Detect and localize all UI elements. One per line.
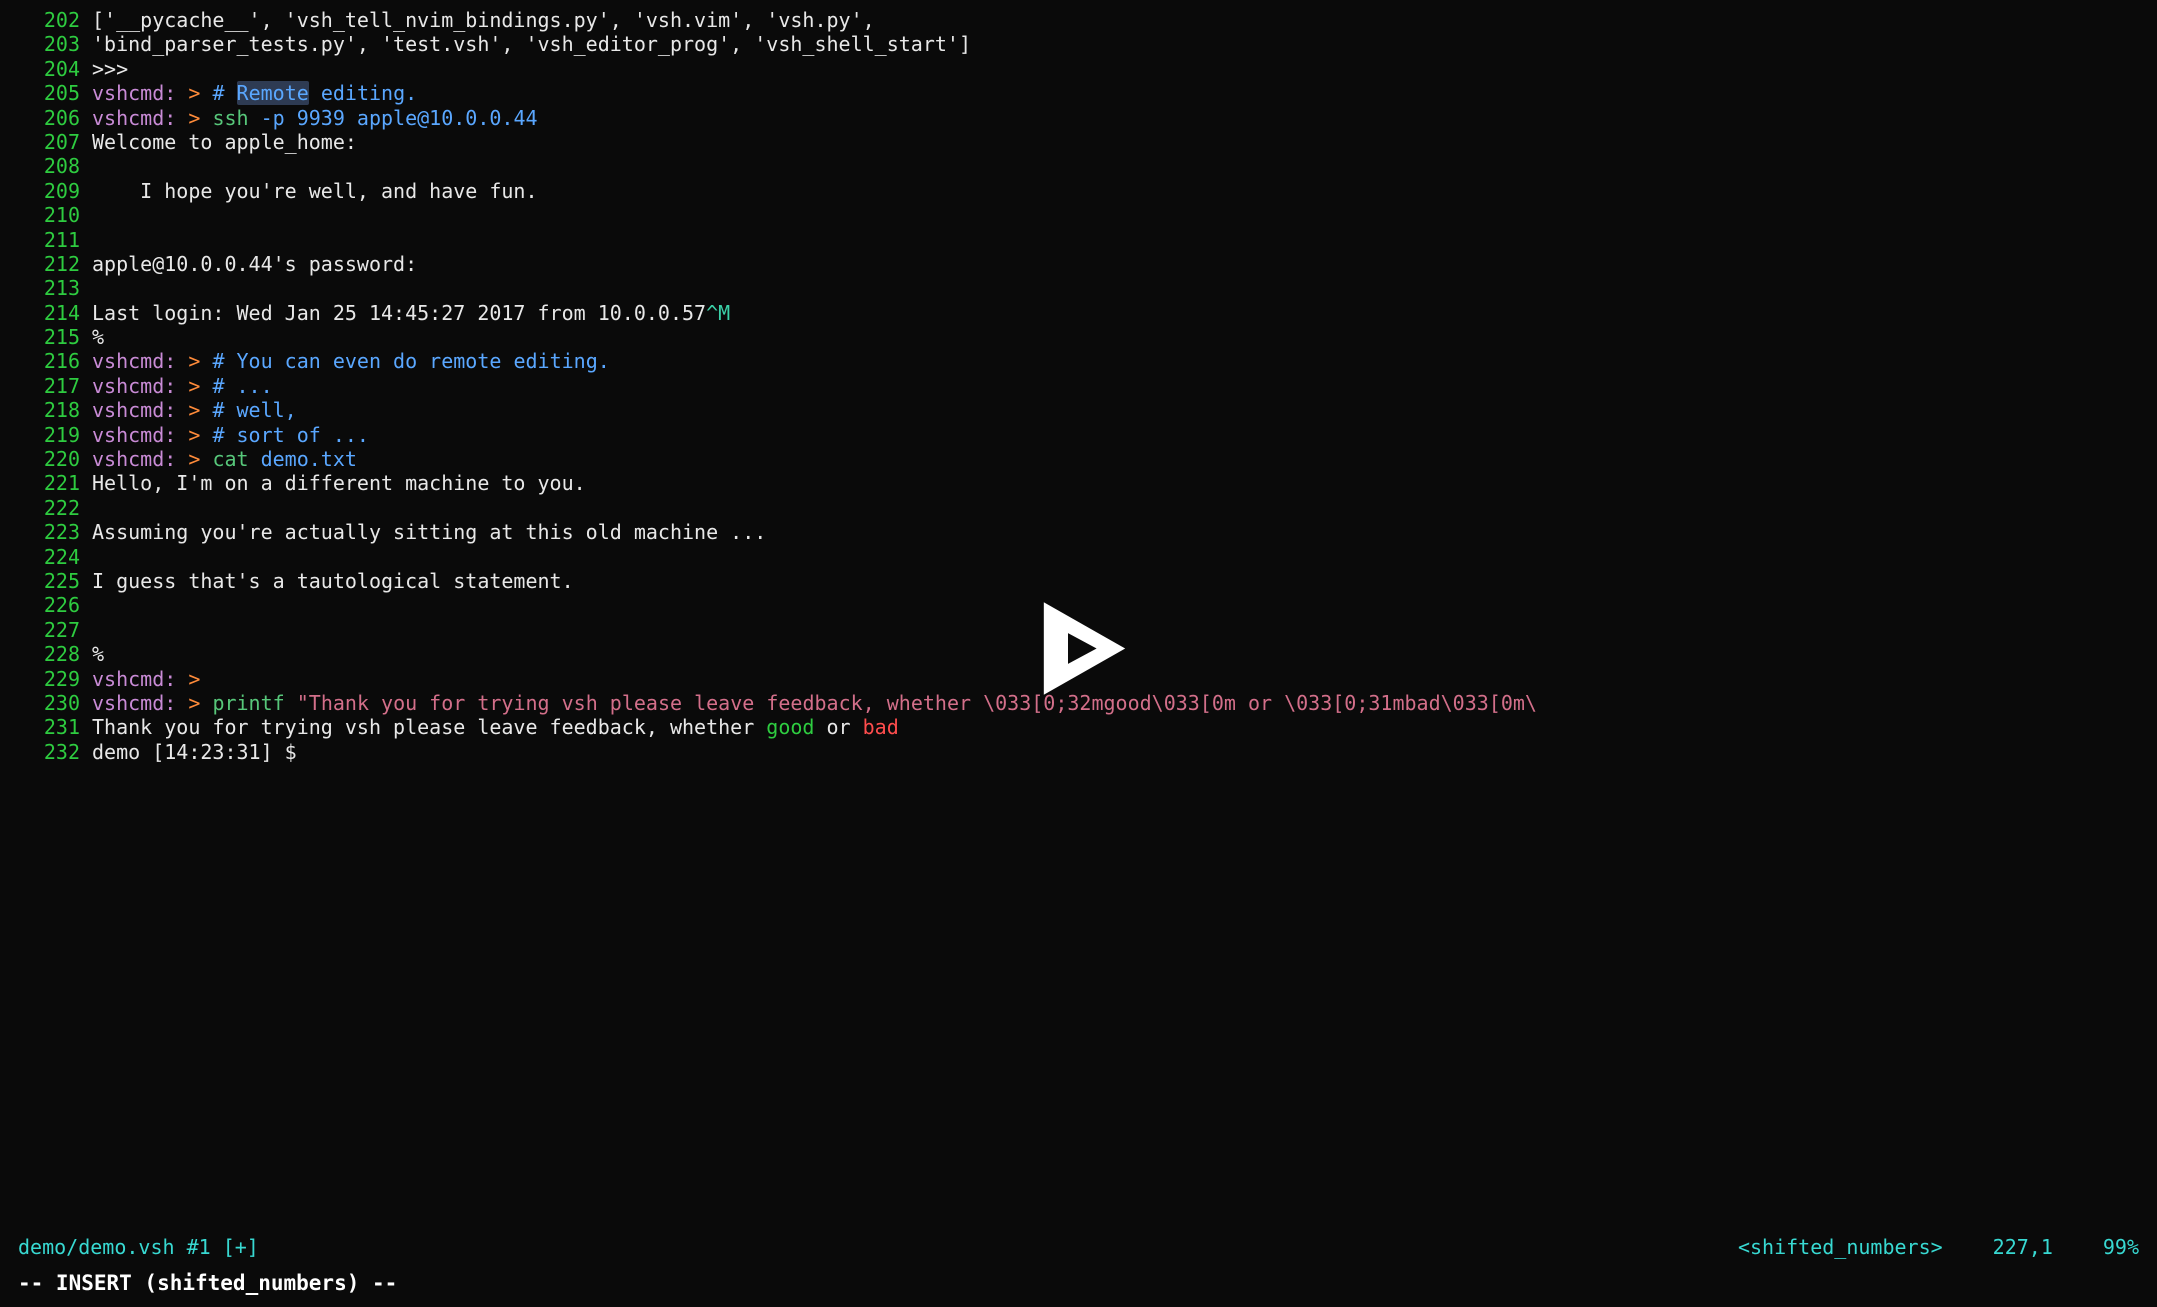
line-number: 206 [0,106,92,130]
line-content[interactable] [92,154,2157,178]
line-number: 223 [0,520,92,544]
code-line[interactable]: 206vshcmd: > ssh -p 9939 apple@10.0.0.44 [0,106,2157,130]
line-content[interactable] [92,545,2157,569]
code-line[interactable]: 217vshcmd: > # ... [0,374,2157,398]
statusline-file: demo/demo.vsh #1 [+] [18,1235,259,1259]
code-line[interactable]: 219vshcmd: > # sort of ... [0,423,2157,447]
code-line[interactable]: 214Last login: Wed Jan 25 14:45:27 2017 … [0,301,2157,325]
line-content[interactable]: vshcmd: > ssh -p 9939 apple@10.0.0.44 [92,106,2157,130]
line-number: 216 [0,349,92,373]
line-number: 214 [0,301,92,325]
line-number: 208 [0,154,92,178]
line-content[interactable]: Hello, I'm on a different machine to you… [92,471,2157,495]
line-content[interactable]: 'bind_parser_tests.py', 'test.vsh', 'vsh… [92,32,2157,56]
code-line[interactable]: 224 [0,545,2157,569]
line-number: 217 [0,374,92,398]
code-line[interactable]: 213 [0,276,2157,300]
code-line[interactable]: 212apple@10.0.0.44's password: [0,252,2157,276]
code-line[interactable]: 209 I hope you're well, and have fun. [0,179,2157,203]
code-line[interactable]: 210 [0,203,2157,227]
line-number: 224 [0,545,92,569]
code-line[interactable]: 231Thank you for trying vsh please leave… [0,715,2157,739]
line-content[interactable]: I guess that's a tautological statement. [92,569,2157,593]
line-number: 213 [0,276,92,300]
line-number: 231 [0,715,92,739]
code-line[interactable]: 218vshcmd: > # well, [0,398,2157,422]
code-line[interactable]: 222 [0,496,2157,520]
play-button[interactable] [1024,593,1134,703]
line-content[interactable] [92,203,2157,227]
line-content[interactable]: Assuming you're actually sitting at this… [92,520,2157,544]
code-line[interactable]: 204>>> [0,57,2157,81]
line-number: 215 [0,325,92,349]
line-content[interactable]: ['__pycache__', 'vsh_tell_nvim_bindings.… [92,8,2157,32]
code-line[interactable]: 232demo [14:23:31] $ [0,740,2157,764]
code-line[interactable]: 215% [0,325,2157,349]
code-line[interactable]: 221Hello, I'm on a different machine to … [0,471,2157,495]
line-number: 218 [0,398,92,422]
line-number: 227 [0,618,92,642]
line-content[interactable]: % [92,325,2157,349]
code-line[interactable]: 202['__pycache__', 'vsh_tell_nvim_bindin… [0,8,2157,32]
code-line[interactable]: 225I guess that's a tautological stateme… [0,569,2157,593]
line-number: 228 [0,642,92,666]
line-content[interactable]: vshcmd: > # sort of ... [92,423,2157,447]
line-number: 220 [0,447,92,471]
line-content[interactable]: vshcmd: > # well, [92,398,2157,422]
play-icon [1024,593,1134,703]
line-number: 232 [0,740,92,764]
line-number: 209 [0,179,92,203]
line-content[interactable]: demo [14:23:31] $ [92,740,2157,764]
line-content[interactable]: vshcmd: > # Remote editing. [92,81,2157,105]
line-content[interactable]: vshcmd: > cat demo.txt [92,447,2157,471]
line-number: 226 [0,593,92,617]
line-number: 219 [0,423,92,447]
line-number: 212 [0,252,92,276]
line-number: 207 [0,130,92,154]
code-line[interactable]: 208 [0,154,2157,178]
statusline: demo/demo.vsh #1 [+] <shifted_numbers> 2… [0,1235,2157,1259]
line-content[interactable]: Welcome to apple_home: [92,130,2157,154]
code-line[interactable]: 205vshcmd: > # Remote editing. [0,81,2157,105]
line-content[interactable]: apple@10.0.0.44's password: [92,252,2157,276]
line-number: 225 [0,569,92,593]
code-line[interactable]: 223Assuming you're actually sitting at t… [0,520,2157,544]
line-content[interactable] [92,276,2157,300]
line-number: 210 [0,203,92,227]
line-content[interactable] [92,228,2157,252]
line-content[interactable]: vshcmd: > # ... [92,374,2157,398]
line-number: 204 [0,57,92,81]
statusline-cursor: 227,1 [1993,1235,2053,1259]
code-line[interactable]: 211 [0,228,2157,252]
line-content[interactable]: vshcmd: > # You can even do remote editi… [92,349,2157,373]
line-number: 229 [0,667,92,691]
line-content[interactable]: >>> [92,57,2157,81]
line-number: 205 [0,81,92,105]
code-line[interactable]: 207Welcome to apple_home: [0,130,2157,154]
line-number: 203 [0,32,92,56]
line-content[interactable]: I hope you're well, and have fun. [92,179,2157,203]
code-line[interactable]: 203'bind_parser_tests.py', 'test.vsh', '… [0,32,2157,56]
code-line[interactable]: 216vshcmd: > # You can even do remote ed… [0,349,2157,373]
statusline-scroll: 99% [2103,1235,2139,1259]
line-number: 221 [0,471,92,495]
line-content[interactable]: Thank you for trying vsh please leave fe… [92,715,2157,739]
line-number: 222 [0,496,92,520]
mode-indicator: -- INSERT (shifted_numbers) -- [0,1271,2157,1297]
line-content[interactable]: Last login: Wed Jan 25 14:45:27 2017 fro… [92,301,2157,325]
line-number: 202 [0,8,92,32]
statusline-keymap: <shifted_numbers> [1738,1235,1943,1259]
line-number: 230 [0,691,92,715]
line-content[interactable] [92,496,2157,520]
code-line[interactable]: 220vshcmd: > cat demo.txt [0,447,2157,471]
line-number: 211 [0,228,92,252]
